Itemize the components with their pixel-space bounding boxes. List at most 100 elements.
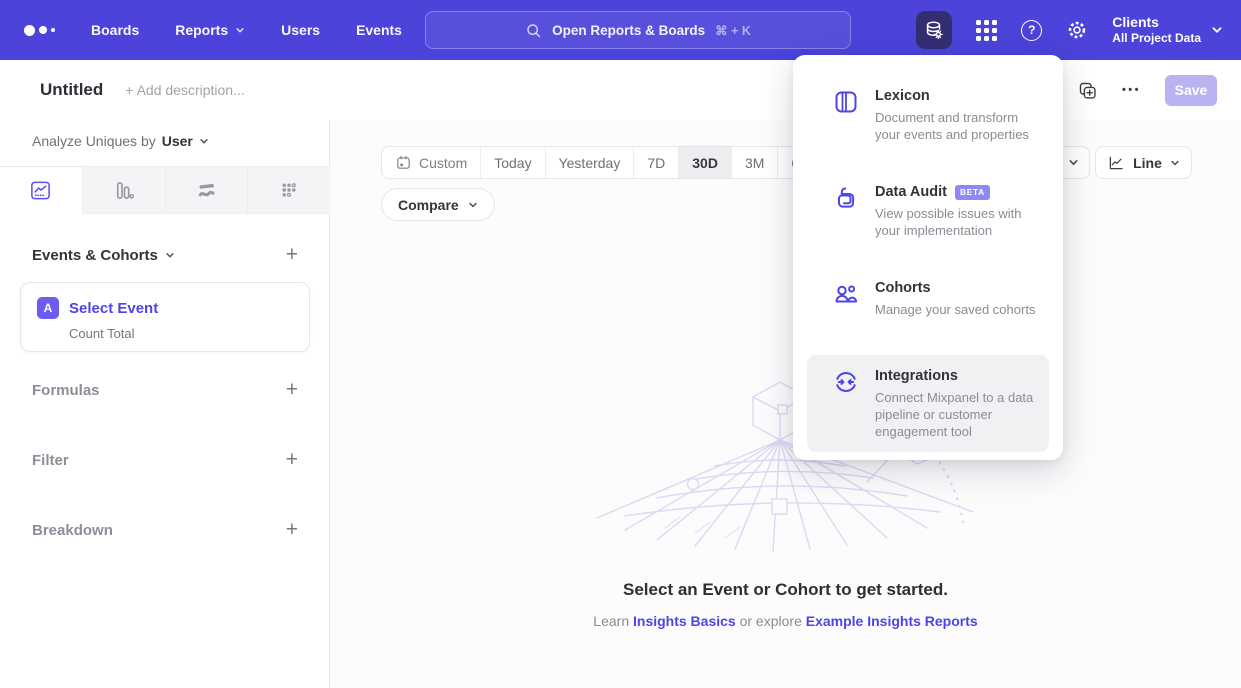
nav-right-cluster: ? Clients All Project Data — [916, 0, 1223, 60]
add-event-button[interactable]: + — [286, 245, 298, 265]
events-cohorts-header: Events & Cohorts + — [32, 245, 298, 265]
events-cohorts-toggle[interactable]: Events & Cohorts — [32, 247, 175, 264]
event-series-badge: A — [37, 297, 59, 319]
add-formula-button[interactable]: + — [286, 380, 298, 400]
report-actions: ••• Save — [1077, 75, 1217, 106]
chart-type-dropdown[interactable]: Line — [1095, 146, 1192, 179]
chevron-down-icon — [1170, 158, 1180, 168]
mixpanel-logo-icon[interactable] — [24, 25, 55, 36]
menu-item-title: Lexicon — [875, 87, 930, 105]
integrations-icon — [832, 367, 860, 440]
date-range-30d[interactable]: 30D — [678, 147, 731, 178]
grid-icon — [976, 20, 997, 41]
menu-item-lexicon[interactable]: Lexicon Document and transform your even… — [793, 87, 1063, 143]
bar-chart-tab-icon — [112, 179, 135, 202]
lexicon-icon — [832, 87, 860, 143]
select-event-label[interactable]: Select Event — [69, 300, 158, 317]
nav-item-label: Users — [281, 22, 320, 38]
nav-item-label: Reports — [175, 22, 228, 38]
chevron-down-icon — [468, 200, 478, 210]
data-management-button[interactable] — [916, 11, 952, 49]
date-range-control: Custom Today Yesterday 7D 30D 3M 6M — [381, 146, 825, 179]
menu-item-description: View possible issues with your implement… — [875, 205, 1043, 239]
date-range-yesterday[interactable]: Yesterday — [545, 147, 634, 178]
duplicate-report-button[interactable] — [1077, 80, 1098, 101]
line-chart-tab-icon — [29, 179, 52, 202]
settings-button[interactable] — [1066, 19, 1088, 41]
add-filter-button[interactable]: + — [286, 450, 298, 470]
date-range-7d[interactable]: 7D — [633, 147, 678, 178]
tab-line-chart[interactable] — [0, 167, 82, 214]
report-title[interactable]: Untitled — [40, 80, 103, 100]
breakdown-section: Breakdown + — [32, 520, 298, 540]
calendar-icon — [395, 154, 412, 171]
help-button[interactable]: ? — [1021, 20, 1042, 41]
add-breakdown-button[interactable]: + — [286, 520, 298, 540]
formulas-section: Formulas + — [32, 380, 298, 400]
menu-item-description: Manage your saved cohorts — [875, 301, 1035, 318]
formulas-label: Formulas — [32, 382, 100, 399]
analyze-prefix-label: Analyze Uniques by — [32, 133, 156, 149]
menu-item-integrations[interactable]: Integrations Connect Mixpanel to a data … — [807, 355, 1049, 452]
nav-item-reports[interactable]: Reports — [175, 22, 245, 38]
empty-state-links: Learn Insights Basics or explore Example… — [330, 613, 1241, 629]
nav-item-label: Boards — [91, 22, 139, 38]
tab-bar-chart[interactable] — [82, 167, 165, 214]
nav-item-users[interactable]: Users — [281, 22, 320, 38]
data-management-menu: Lexicon Document and transform your even… — [793, 55, 1063, 460]
insights-basics-link[interactable]: Insights Basics — [633, 613, 736, 629]
tab-metric-chart[interactable] — [247, 167, 330, 214]
copy-plus-icon — [1077, 80, 1098, 101]
global-search[interactable]: Open Reports & Boards ⌘ + K — [425, 11, 851, 49]
menu-item-title: Cohorts — [875, 279, 931, 297]
menu-item-title: Integrations — [875, 367, 958, 385]
compare-dropdown[interactable]: Compare — [381, 188, 495, 221]
project-switcher[interactable]: Clients All Project Data — [1112, 14, 1223, 46]
metric-tab-icon — [278, 179, 301, 202]
app-root: Boards Reports Users Events Open Reports… — [0, 0, 1241, 688]
date-range-today[interactable]: Today — [480, 147, 544, 178]
nav-item-events[interactable]: Events — [356, 22, 402, 38]
event-aggregation-label[interactable]: Count Total — [69, 326, 309, 341]
filter-section: Filter + — [32, 450, 298, 470]
gear-icon — [1066, 19, 1088, 41]
explore-label: or explore — [740, 613, 802, 629]
line-chart-icon — [1107, 154, 1125, 172]
database-gear-icon — [923, 19, 945, 41]
menu-item-description: Connect Mixpanel to a data pipeline or c… — [875, 389, 1043, 440]
search-icon — [525, 22, 542, 39]
nav-item-label: Events — [356, 22, 402, 38]
breakdown-label: Breakdown — [32, 522, 113, 539]
event-card[interactable]: A Select Event Count Total — [20, 282, 310, 352]
nav-item-boards[interactable]: Boards — [91, 22, 139, 38]
search-shortcut: ⌘ + K — [715, 23, 751, 38]
data-audit-icon — [832, 183, 860, 239]
top-nav: Boards Reports Users Events Open Reports… — [0, 0, 1241, 60]
menu-item-description: Document and transform your events and p… — [875, 109, 1043, 143]
chevron-down-icon — [165, 250, 175, 260]
chevron-down-icon — [1211, 24, 1223, 36]
more-options-button[interactable]: ••• — [1122, 84, 1141, 96]
chart-type-label: Line — [1133, 155, 1162, 171]
filter-label: Filter — [32, 452, 69, 469]
flows-tab-icon — [195, 179, 218, 202]
report-canvas: Custom Today Yesterday 7D 30D 3M 6M Line… — [330, 120, 1241, 688]
apps-grid-button[interactable] — [976, 20, 997, 41]
date-range-custom[interactable]: Custom — [382, 147, 480, 178]
project-scope: All Project Data — [1112, 31, 1201, 46]
chevron-down-icon — [235, 25, 245, 35]
menu-item-data-audit[interactable]: Data Audit BETA View possible issues wit… — [793, 183, 1063, 239]
example-reports-link[interactable]: Example Insights Reports — [806, 613, 978, 629]
chevron-down-icon — [199, 136, 209, 146]
search-placeholder: Open Reports & Boards — [552, 23, 705, 38]
analyze-unit-dropdown[interactable]: User — [162, 133, 209, 149]
save-button[interactable]: Save — [1165, 75, 1217, 106]
menu-item-cohorts[interactable]: Cohorts Manage your saved cohorts — [793, 279, 1063, 318]
report-description-placeholder[interactable]: + Add description... — [125, 82, 244, 98]
empty-state-title: Select an Event or Cohort to get started… — [330, 580, 1241, 600]
cohorts-icon — [832, 279, 860, 318]
date-range-3m[interactable]: 3M — [731, 147, 777, 178]
tab-stacked-chart[interactable] — [165, 167, 248, 214]
menu-item-title: Data Audit — [875, 183, 947, 201]
query-sidebar: Analyze Uniques by User — [0, 120, 330, 688]
